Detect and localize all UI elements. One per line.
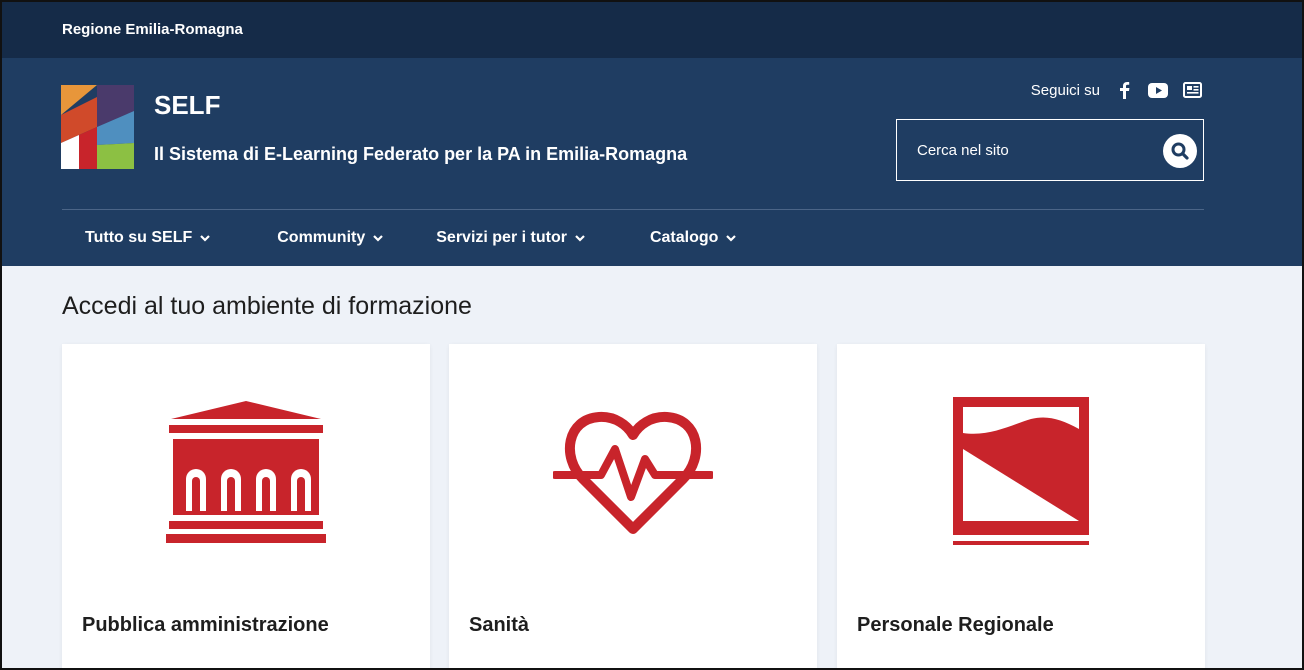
main-nav: Tutto su SELF Community Servizi per i tu… <box>62 210 1204 266</box>
nav-item-tutto-su-self[interactable]: Tutto su SELF <box>85 229 211 247</box>
youtube-icon[interactable] <box>1148 80 1168 100</box>
nav-item-servizi-per-i-tutor[interactable]: Servizi per i tutor <box>436 229 586 247</box>
card-label: Pubblica amministrazione <box>82 614 329 636</box>
facebook-icon[interactable] <box>1114 80 1134 100</box>
search-box <box>896 119 1204 181</box>
nav-item-label: Community <box>277 229 366 246</box>
nav-item-label: Catalogo <box>649 229 719 246</box>
card-label: Sanità <box>469 614 530 636</box>
chevron-down-icon <box>726 235 737 242</box>
site-subtitle: Il Sistema di E-Learning Federato per la… <box>154 144 688 164</box>
newsletter-icon[interactable] <box>1182 80 1202 100</box>
page-frame: Regione Emilia-Romagna SELF Il Sistema d… <box>0 0 1304 670</box>
site-title[interactable]: SELF <box>154 90 220 121</box>
nav-item-community[interactable]: Community <box>277 229 384 247</box>
search-button[interactable] <box>1163 134 1197 168</box>
nav-item-catalogo[interactable]: Catalogo <box>650 229 737 247</box>
card-pubblica-amministrazione[interactable]: Pubblica amministrazione <box>62 344 430 668</box>
building-icon <box>166 401 326 543</box>
region-link[interactable]: Regione Emilia-Romagna <box>62 21 243 38</box>
card-personale-regionale[interactable]: Personale Regionale <box>837 344 1205 668</box>
chevron-down-icon <box>373 235 384 242</box>
self-logo[interactable] <box>61 85 134 169</box>
card-label: Personale Regionale <box>857 614 1054 636</box>
chevron-down-icon <box>200 235 211 242</box>
search-icon <box>1171 142 1189 160</box>
heart-pulse-icon <box>553 411 713 534</box>
nav-item-label: Servizi per i tutor <box>436 229 567 246</box>
social-links: Seguici su <box>1031 80 1202 100</box>
section-heading: Accedi al tuo ambiente di formazione <box>62 292 472 320</box>
chevron-down-icon <box>575 235 585 242</box>
search-input[interactable] <box>897 141 1137 159</box>
site-header: SELF Il Sistema di E-Learning Federato p… <box>2 58 1302 266</box>
top-bar: Regione Emilia-Romagna <box>2 2 1302 58</box>
card-sanita[interactable]: Sanità <box>449 344 817 668</box>
nav-item-label: Tutto su SELF <box>85 229 193 246</box>
social-label: Seguici su <box>1030 81 1100 99</box>
region-flag-icon <box>953 397 1089 545</box>
